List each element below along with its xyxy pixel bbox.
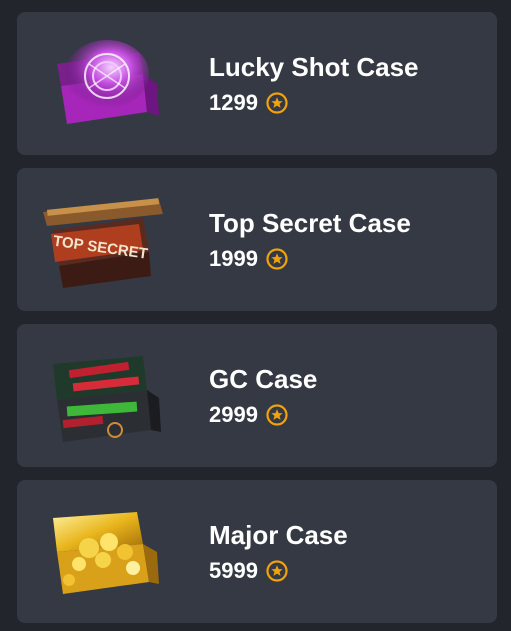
case-card-gc[interactable]: GC Case 2999 <box>17 324 497 467</box>
case-card-top-secret[interactable]: TOP SECRET Top Secret Case 1999 <box>17 168 497 311</box>
lucky-shot-case-image <box>39 34 169 134</box>
top-secret-case-image: TOP SECRET <box>39 190 169 290</box>
case-name: Lucky Shot Case <box>209 52 419 82</box>
case-price: 1999 <box>209 246 258 271</box>
coin-star-icon <box>266 404 288 426</box>
case-card-lucky-shot[interactable]: Lucky Shot Case 1299 <box>17 12 497 155</box>
coin-star-icon <box>266 560 288 582</box>
case-price: 5999 <box>209 558 258 583</box>
case-name: GC Case <box>209 364 318 394</box>
coin-star-icon <box>266 248 288 270</box>
coin-star-icon <box>266 92 288 114</box>
price-row: 1299 <box>209 90 288 116</box>
case-price: 2999 <box>209 402 258 427</box>
gc-case-image <box>39 346 169 446</box>
price-row: 2999 <box>209 402 288 428</box>
case-name: Top Secret Case <box>209 208 411 238</box>
case-list: Lucky Shot Case 1299 TOP SECRET Top Secr… <box>0 0 511 631</box>
case-card-major[interactable]: Major Case 5999 <box>17 480 497 623</box>
price-row: 5999 <box>209 558 288 584</box>
price-row: 1999 <box>209 246 288 272</box>
major-case-image <box>39 502 169 602</box>
case-name: Major Case <box>209 520 348 550</box>
case-price: 1299 <box>209 90 258 115</box>
